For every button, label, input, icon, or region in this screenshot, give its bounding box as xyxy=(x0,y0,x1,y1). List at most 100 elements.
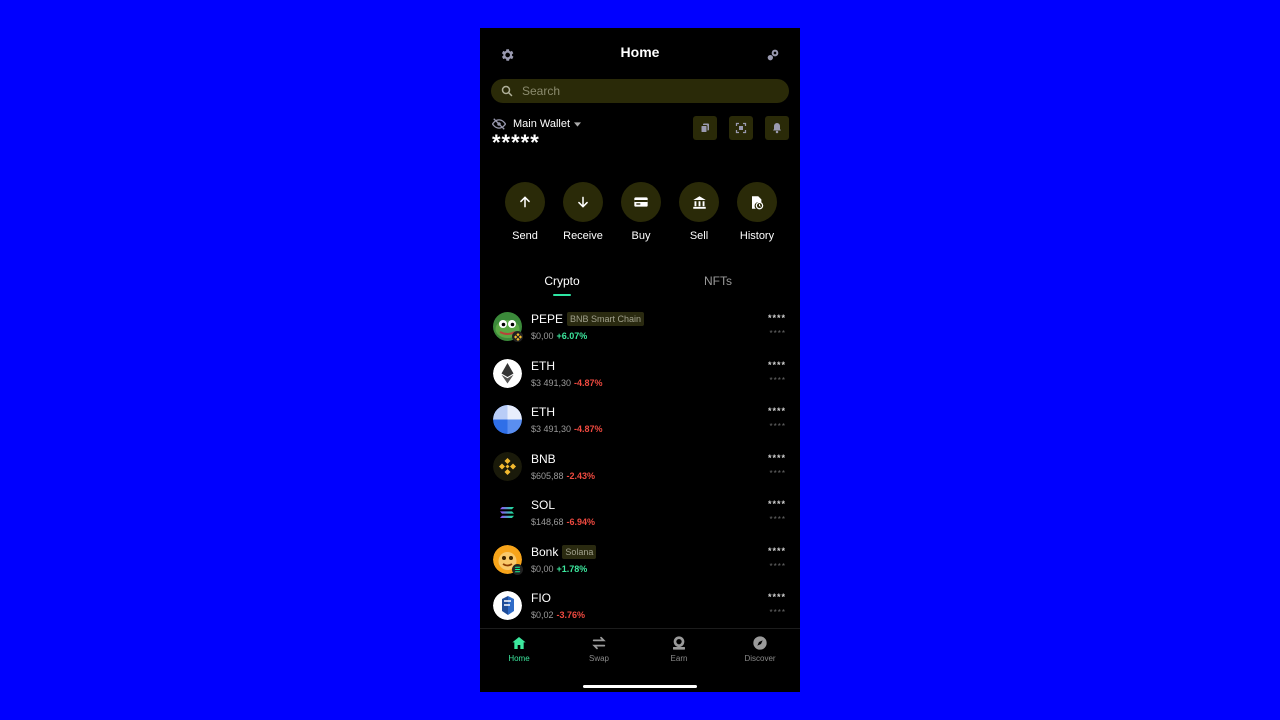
asset-row-bnb[interactable]: BNB $605,88 -2.43% **** **** xyxy=(480,444,800,491)
notifications-button[interactable] xyxy=(765,116,789,140)
asset-symbol: BNB xyxy=(531,451,556,466)
credit-card-icon xyxy=(634,197,648,207)
base-eth-token-icon xyxy=(493,405,522,434)
asset-change: -4.87% xyxy=(574,377,603,388)
eye-off-icon[interactable] xyxy=(492,118,506,130)
receive-label: Receive xyxy=(563,230,603,242)
walletconnect-icon[interactable] xyxy=(762,44,784,66)
earn-icon xyxy=(673,636,685,650)
search-bar[interactable] xyxy=(491,79,789,103)
copy-button[interactable] xyxy=(693,116,717,140)
asset-amount: **** xyxy=(767,452,786,463)
asset-price: $0,02 xyxy=(531,610,554,620)
asset-row-eth[interactable]: ETH $3 491,30 -4.87% **** **** xyxy=(480,351,800,398)
asset-change: -4.87% xyxy=(574,424,603,434)
nav-home[interactable]: Home xyxy=(489,635,549,663)
sell-button[interactable]: Sell xyxy=(676,182,722,242)
asset-fiat-value: **** xyxy=(769,608,786,617)
solana-chain-badge-icon xyxy=(512,563,523,575)
asset-change: +6.07% xyxy=(556,331,588,341)
buy-button[interactable]: Buy xyxy=(618,182,664,242)
home-icon xyxy=(512,637,526,649)
asset-amount: **** xyxy=(767,499,786,509)
nav-earn-label: Earn xyxy=(670,654,688,663)
asset-fiat-value: **** xyxy=(769,561,786,571)
compass-icon xyxy=(753,636,767,650)
asset-row-bonk[interactable]: Bonk Solana $0,00 +1.78% **** **** xyxy=(480,537,800,584)
asset-amount: **** xyxy=(767,359,786,370)
asset-symbol: ETH xyxy=(531,405,555,419)
asset-fiat-value: **** xyxy=(769,468,786,478)
sol-token-icon xyxy=(493,498,522,527)
chain-tag: BNB Smart Chain xyxy=(567,312,645,326)
page-title: Home xyxy=(620,44,660,60)
asset-symbol: SOL xyxy=(531,498,556,512)
wallet-actions xyxy=(693,116,789,140)
bnb-chain-badge-icon xyxy=(512,331,523,342)
nav-discover[interactable]: Discover xyxy=(730,635,790,663)
asset-row-pepe[interactable]: PEPE BNB Smart Chain $0,00 +6.07% **** *… xyxy=(480,304,800,351)
nav-earn[interactable]: Earn xyxy=(649,635,709,663)
scan-icon xyxy=(735,122,747,134)
history-icon xyxy=(752,195,764,209)
asset-symbol: FIO xyxy=(531,591,551,605)
asset-symbol: Bonk xyxy=(531,544,559,559)
asset-change: -2.43% xyxy=(566,470,596,481)
asset-price: $605,88 xyxy=(531,470,564,481)
asset-amount: **** xyxy=(767,406,786,416)
wallet-balance: ***** xyxy=(492,130,540,155)
asset-amount: **** xyxy=(767,313,786,323)
swap-icon xyxy=(592,636,606,650)
nav-swap[interactable]: Swap xyxy=(569,635,629,663)
asset-fiat-value: **** xyxy=(769,515,786,524)
nav-swap-label: Swap xyxy=(588,654,609,663)
search-icon xyxy=(501,85,513,97)
caret-down-icon xyxy=(574,121,582,127)
asset-price: $148,68 xyxy=(531,517,564,527)
history-label: History xyxy=(739,230,775,242)
bank-icon xyxy=(692,195,706,209)
scan-button[interactable] xyxy=(729,116,753,140)
sell-label: Sell xyxy=(689,230,709,242)
arrow-up-icon xyxy=(520,196,530,208)
asset-row-eth-base[interactable]: ETH $3 491,30 -4.87% **** **** xyxy=(480,397,800,444)
arrow-down-icon xyxy=(578,196,588,208)
phone-screen: Home Main Wallet ***** Sen xyxy=(480,28,800,692)
history-button[interactable]: History xyxy=(734,182,780,242)
tab-nfts[interactable]: NFTs xyxy=(668,274,768,288)
eth-token-icon xyxy=(493,358,522,388)
asset-price: $0,00 xyxy=(531,563,554,574)
asset-price: $0,00 xyxy=(531,331,554,341)
header: Home xyxy=(480,40,800,68)
wallet-selector[interactable]: Main Wallet xyxy=(492,117,582,131)
asset-row-sol[interactable]: SOL $148,68 -6.94% **** **** xyxy=(480,490,800,537)
receive-button[interactable]: Receive xyxy=(560,182,606,242)
wallet-summary: Main Wallet ***** xyxy=(492,117,582,155)
asset-symbol: PEPE xyxy=(531,312,564,326)
asset-price: $3 491,30 xyxy=(531,424,572,434)
quick-actions: Send Receive Buy Sell History xyxy=(502,182,780,242)
search-input[interactable] xyxy=(522,84,762,98)
asset-list: PEPE BNB Smart Chain $0,00 +6.07% **** *… xyxy=(480,304,800,630)
wallet-name: Main Wallet xyxy=(513,118,571,130)
asset-fiat-value: **** xyxy=(769,422,786,431)
asset-row-fio[interactable]: FIO $0,02 -3.76% **** **** xyxy=(480,583,800,630)
asset-fiat-value: **** xyxy=(769,329,786,338)
fio-token-icon xyxy=(493,591,522,620)
send-button[interactable]: Send xyxy=(502,182,548,242)
asset-amount: **** xyxy=(767,592,786,602)
send-label: Send xyxy=(512,230,538,242)
asset-amount: **** xyxy=(767,545,786,556)
asset-price: $3 491,30 xyxy=(531,377,572,388)
nav-home-label: Home xyxy=(508,654,530,663)
asset-fiat-value: **** xyxy=(769,375,786,385)
asset-change: -6.94% xyxy=(566,517,596,527)
bell-icon xyxy=(773,123,781,134)
tab-crypto[interactable]: Crypto xyxy=(512,274,612,288)
chain-tag: Solana xyxy=(562,544,597,559)
active-tab-indicator xyxy=(553,294,571,296)
asset-symbol: ETH xyxy=(531,358,555,373)
buy-label: Buy xyxy=(631,230,651,242)
home-indicator[interactable] xyxy=(583,685,697,688)
copy-icon xyxy=(700,123,709,133)
